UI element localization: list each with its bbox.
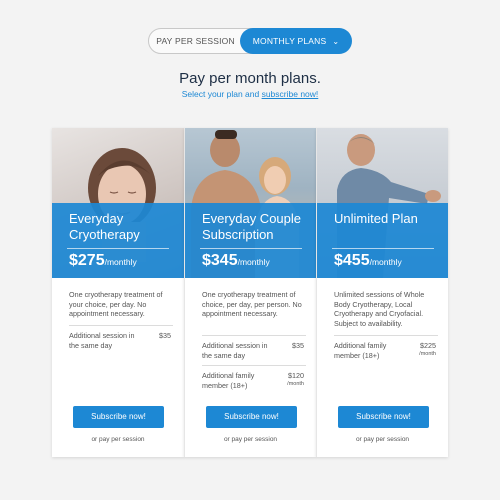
extra-value: $35	[292, 341, 304, 351]
page-title: Pay per month plans.	[179, 70, 321, 87]
price-period: /monthly	[369, 257, 402, 267]
pay-per-session-link[interactable]: or pay per session	[52, 436, 184, 443]
extra-label: Additional family member (18+)	[202, 371, 255, 390]
plan-type-toggle: PAY PER SESSION MONTHLY PLANS ⌄	[148, 28, 352, 54]
price-period: /monthly	[104, 257, 137, 267]
plan-price: $275/monthly	[69, 252, 137, 270]
divider	[200, 248, 302, 249]
plan-card-everyday-cryotherapy: Everyday Cryotherapy $275/monthly One cr…	[52, 128, 184, 457]
divider	[332, 248, 434, 249]
plan-description: Unlimited sessions of Whole Body Cryothe…	[334, 290, 425, 328]
extra-price: $35	[159, 331, 171, 340]
price-amount: $345	[202, 252, 238, 269]
price-amount: $275	[69, 252, 105, 269]
plan-title: Unlimited Plan	[334, 211, 418, 226]
plan-price: $455/monthly	[334, 252, 402, 270]
subtitle-text: Select your plan and	[181, 89, 262, 99]
extra-price: $35	[292, 341, 304, 350]
extra-label: Additional session in the same day	[202, 341, 268, 360]
pay-per-session-link[interactable]: or pay per session	[185, 436, 316, 443]
plan-title: Everyday Couple Subscription	[202, 211, 301, 242]
extra-label: Additional family member (18+)	[334, 341, 387, 360]
subscribe-button[interactable]: Subscribe now!	[73, 406, 164, 428]
plan-description: One cryotherapy treatment of your choice…	[69, 290, 163, 318]
monthly-plans-tab[interactable]: MONTHLY PLANS ⌄	[240, 28, 352, 54]
monthly-plans-label: MONTHLY PLANS	[252, 36, 327, 46]
plan-extra-row: Additional session in the same day $35	[69, 325, 173, 350]
plan-card-everyday-couple: Everyday Couple Subscription $345/monthl…	[184, 128, 316, 457]
plan-card-unlimited: Unlimited Plan $455/monthly Unlimited se…	[316, 128, 448, 457]
divider	[67, 248, 169, 249]
plan-description: One cryotherapy treatment of choice, per…	[202, 290, 302, 318]
extra-price: $120	[288, 371, 304, 380]
extra-value: $225/month	[419, 341, 436, 357]
subscribe-now-link[interactable]: subscribe now!	[262, 89, 319, 99]
extra-label: Additional session in the same day	[69, 331, 135, 350]
plan-extra-row: Additional session in the same day $35	[202, 335, 306, 360]
extra-value: $120/month	[287, 371, 304, 387]
chevron-down-icon: ⌄	[332, 37, 340, 46]
pay-per-session-tab[interactable]: PAY PER SESSION	[149, 29, 242, 53]
plan-price: $345/monthly	[202, 252, 270, 270]
extra-unit: /month	[287, 380, 304, 387]
plan-extra-row: Additional family member (18+) $120/mont…	[202, 365, 306, 390]
page-subtitle: Select your plan and subscribe now!	[0, 89, 500, 99]
price-period: /monthly	[237, 257, 270, 267]
plan-cards: Everyday Cryotherapy $275/monthly One cr…	[52, 128, 448, 457]
plan-title: Everyday Cryotherapy	[69, 211, 140, 242]
subscribe-button[interactable]: Subscribe now!	[338, 406, 429, 428]
extra-unit: /month	[419, 350, 436, 357]
pay-per-session-link[interactable]: or pay per session	[317, 436, 448, 443]
plan-extra-row: Additional family member (18+) $225/mont…	[334, 335, 438, 360]
extra-price: $225	[420, 341, 436, 350]
subscribe-button[interactable]: Subscribe now!	[206, 406, 297, 428]
extra-value: $35	[159, 331, 171, 341]
price-amount: $455	[334, 252, 370, 269]
